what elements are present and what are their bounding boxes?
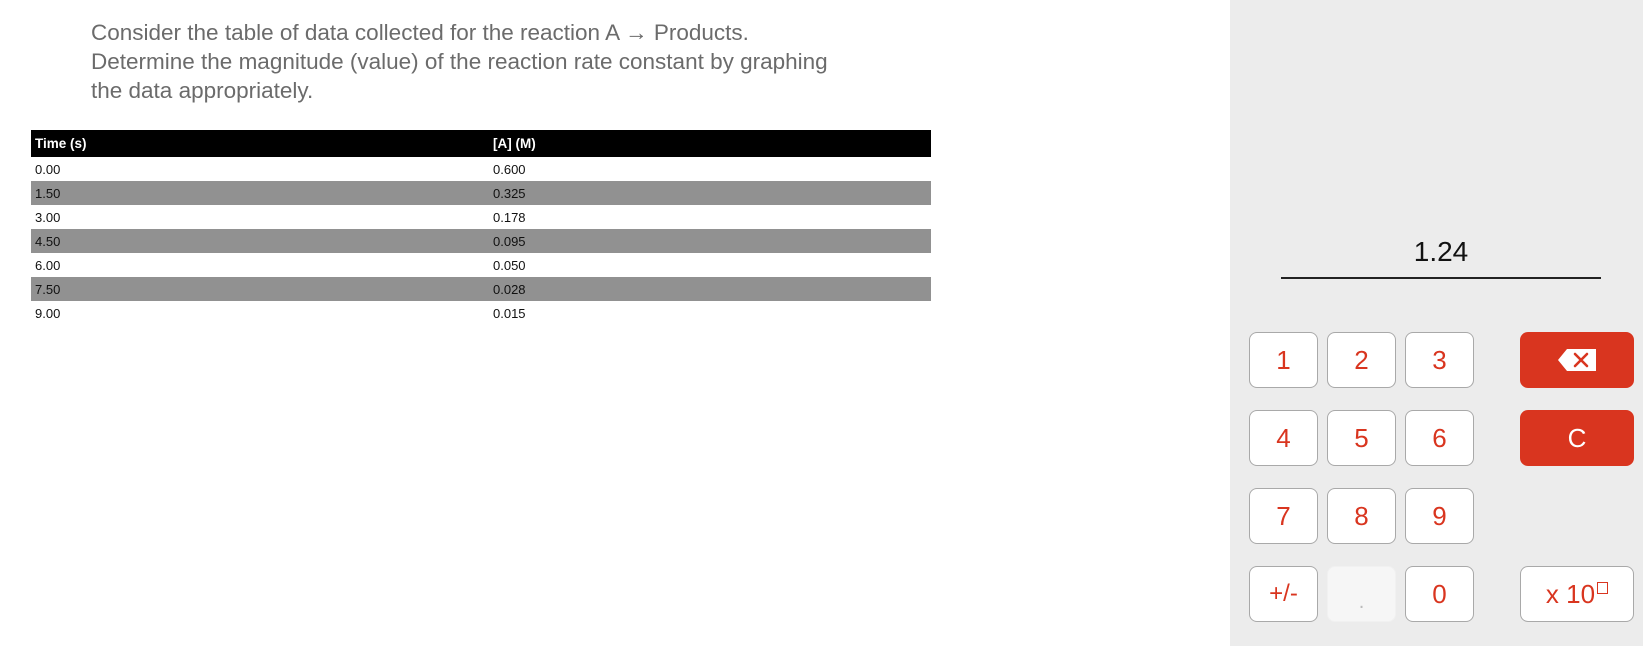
time-cell: 6.00: [35, 257, 61, 273]
time-cell: 3.00: [35, 209, 61, 225]
time-cell: 7.50: [31, 277, 489, 301]
column-header-concentration: [A] (M): [489, 130, 931, 157]
table-row: 1.50 0.325: [31, 181, 931, 205]
answer-display: 1.24: [1413, 236, 1469, 267]
exponent-prefix-label: x 10: [1545, 578, 1596, 609]
key-9-button[interactable]: 9: [1405, 488, 1474, 544]
table-row: 7.50 0.028: [31, 277, 931, 301]
key-5-button[interactable]: 5: [1327, 410, 1396, 466]
data-table: Time (s) [A] (M) 0.00 0.600 1.50 0.325 3…: [31, 130, 931, 325]
key-3-button[interactable]: 3: [1405, 332, 1474, 388]
decimal-label: .: [1358, 590, 1365, 613]
concentration-cell: 0.600: [493, 161, 526, 177]
question-text: Consider the table of data collected for…: [91, 20, 828, 103]
concentration-cell: 0.028: [489, 277, 931, 301]
backspace-button[interactable]: [1520, 332, 1634, 388]
concentration-cell: 0.178: [493, 209, 526, 225]
key-7-button[interactable]: 7: [1249, 488, 1318, 544]
key-2-button[interactable]: 2: [1327, 332, 1396, 388]
concentration-cell: 0.015: [493, 305, 526, 321]
key-1-button[interactable]: 1: [1249, 332, 1318, 388]
key-6-button[interactable]: 6: [1405, 410, 1474, 466]
answer-underline: [1281, 277, 1601, 279]
time-cell: 9.00: [35, 305, 61, 321]
table-header-row: Time (s) [A] (M): [31, 130, 931, 157]
table-row: 3.00 0.178: [31, 205, 931, 229]
key-0-button[interactable]: 0: [1405, 566, 1474, 622]
concentration-cell: 0.325: [489, 181, 931, 205]
table-row: 9.00 0.015: [31, 301, 931, 325]
concentration-cell: 0.095: [489, 229, 931, 253]
backspace-icon: [1558, 349, 1596, 371]
concentration-cell: 0.050: [493, 257, 526, 273]
calculator-panel: [1230, 0, 1643, 646]
time-cell: 0.00: [35, 161, 61, 177]
scientific-notation-button[interactable]: x 10: [1520, 566, 1634, 622]
table-row: 4.50 0.095: [31, 229, 931, 253]
question-panel: Consider the table of data collected for…: [0, 0, 1230, 646]
key-8-button[interactable]: 8: [1327, 488, 1396, 544]
table-row: 0.00 0.600: [31, 157, 931, 181]
column-header-time: Time (s): [31, 130, 489, 157]
time-cell: 1.50: [31, 181, 489, 205]
sign-toggle-button[interactable]: +/-: [1249, 566, 1318, 622]
clear-button[interactable]: C: [1520, 410, 1634, 466]
decimal-button[interactable]: .: [1327, 566, 1396, 622]
table-row: 6.00 0.050: [31, 253, 931, 277]
exponent-box-icon: [1597, 582, 1609, 594]
key-4-button[interactable]: 4: [1249, 410, 1318, 466]
time-cell: 4.50: [31, 229, 489, 253]
